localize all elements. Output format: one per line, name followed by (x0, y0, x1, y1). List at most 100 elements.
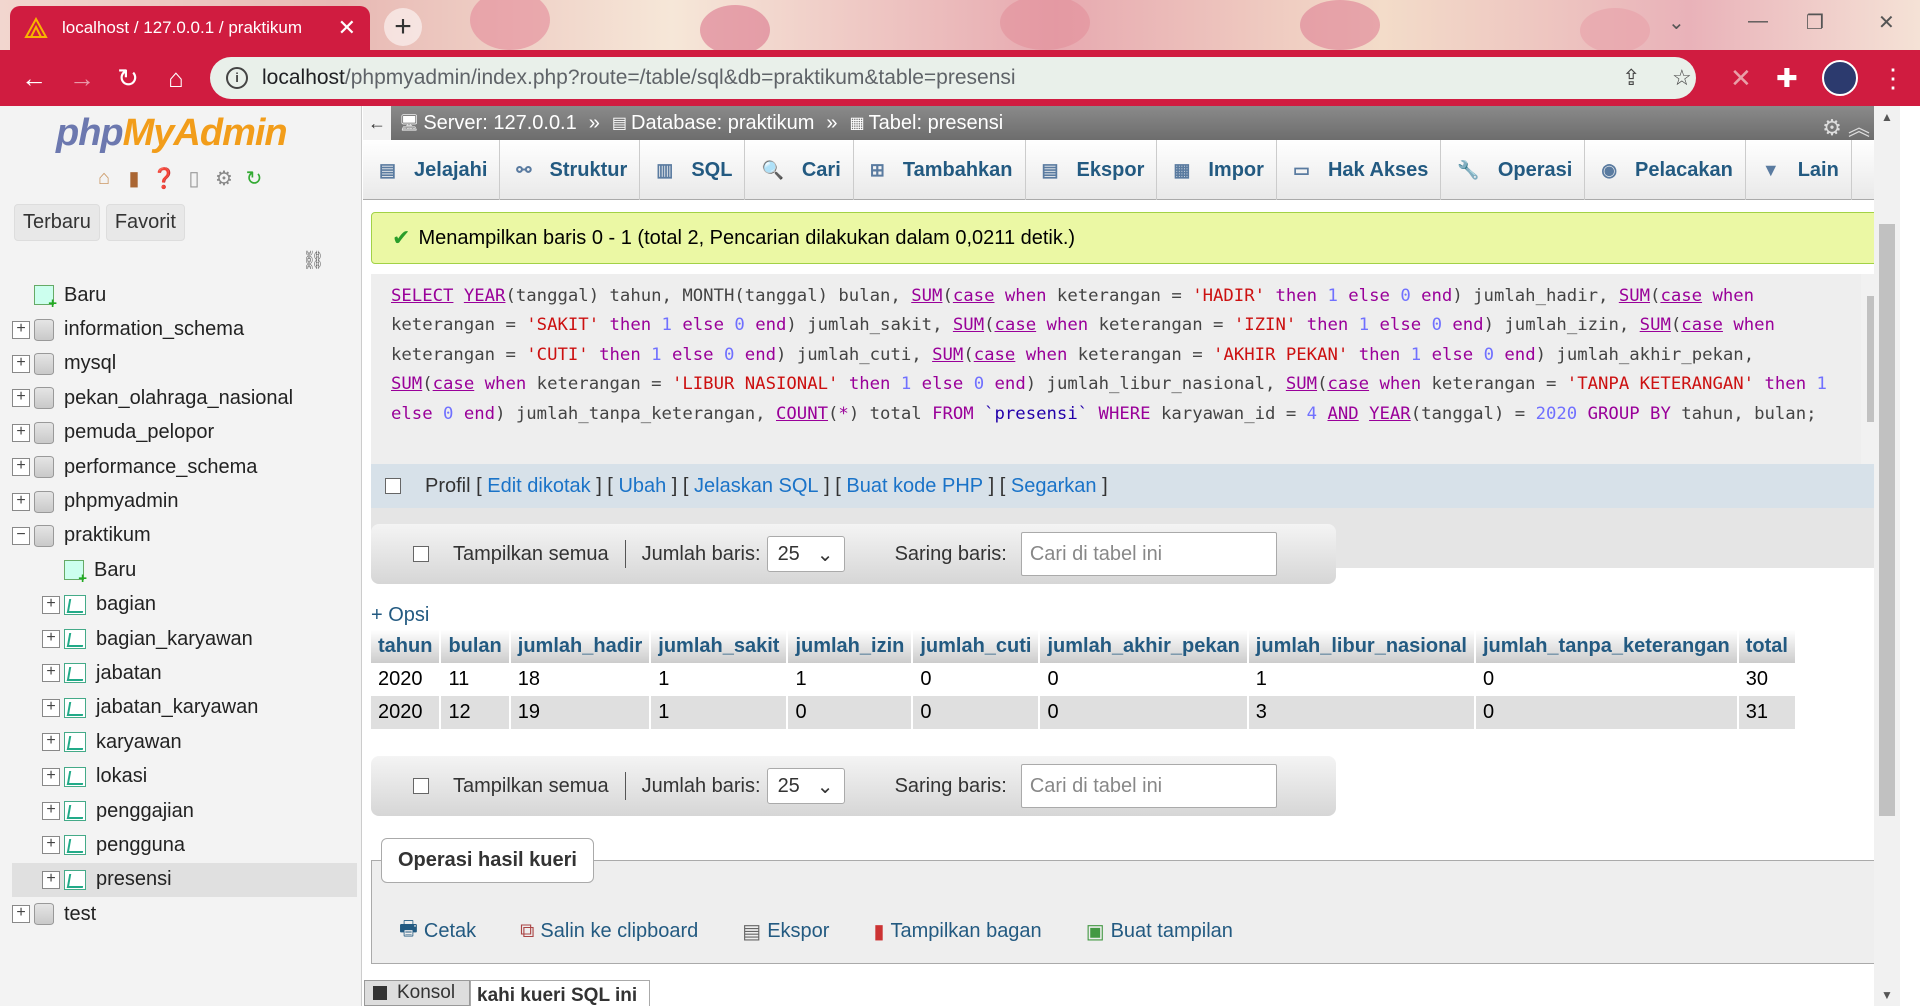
tree-item[interactable]: + bagian (12, 588, 357, 622)
breadcrumb-table[interactable]: Tabel: presensi (869, 112, 1004, 135)
column-header[interactable]: bulan (440, 630, 511, 663)
rows-select[interactable]: 25 ⌄ (766, 536, 845, 572)
tab-impor[interactable]: ▦ Impor (1157, 140, 1277, 200)
expand-icon[interactable]: + (12, 389, 30, 408)
home-icon[interactable]: ⌂ (160, 62, 192, 94)
share-icon[interactable]: ⇪ (1622, 65, 1640, 91)
expand-icon[interactable]: + (42, 698, 60, 717)
settings-gear-icon[interactable]: ⚙ (212, 166, 236, 190)
recent-button[interactable]: Terbaru (14, 204, 100, 241)
tab-hak-akses[interactable]: ▭ Hak Akses (1277, 140, 1442, 200)
forward-icon[interactable]: → (66, 62, 98, 94)
minimize-icon[interactable]: — (1748, 10, 1768, 33)
tab-lain[interactable]: ▼ Lain (1746, 140, 1852, 200)
tree-item[interactable]: + pengguna (12, 828, 357, 862)
tree-item[interactable]: + mysql (12, 347, 357, 381)
restore-icon[interactable]: ❐ (1806, 10, 1824, 35)
tree-item[interactable]: + pemuda_pelopor (12, 416, 357, 450)
sql-query-code[interactable]: SELECT YEAR(tanggal) tahun, MONTH(tangga… (371, 274, 1861, 464)
back-icon[interactable]: ← (18, 62, 50, 94)
reload-icon[interactable]: ↻ (112, 62, 144, 94)
expand-icon[interactable]: + (12, 458, 30, 477)
table-row[interactable]: 2020 11 18 1 1 0 0 1 0 30 (371, 663, 1797, 696)
expand-icon[interactable]: + (12, 492, 30, 511)
options-link[interactable]: + Opsi (371, 604, 429, 627)
tree-item[interactable]: + jabatan (12, 656, 357, 690)
extension-x-icon[interactable]: ✕ (1730, 63, 1752, 94)
expand-icon[interactable]: + (42, 733, 60, 752)
collapse-panel-icon[interactable]: ← (363, 106, 391, 140)
expand-icon[interactable]: + (12, 320, 30, 339)
tree-item[interactable]: + phpmyadmin (12, 484, 357, 518)
create-view-button[interactable]: ▣ Buat tampilan (1086, 914, 1233, 948)
tab-jelajahi[interactable]: ▤ Jelajahi (363, 140, 501, 200)
bookmark-star-icon[interactable]: ☆ (1672, 65, 1692, 91)
tree-item[interactable]: − praktikum (12, 519, 357, 553)
column-header[interactable]: jumlah_hadir (509, 630, 652, 663)
tree-item[interactable]: + presensi (12, 862, 357, 898)
browser-tab[interactable]: localhost / 127.0.0.1 / praktikum ✕ (10, 6, 370, 50)
tab-search-icon[interactable]: ⌄ (1668, 10, 1685, 35)
tree-item[interactable]: + test (12, 897, 357, 931)
address-bar[interactable]: i localhost /phpmyadmin/index.php?route=… (210, 57, 1696, 99)
tree-item[interactable]: + pekan_olahraga_nasional (12, 381, 357, 415)
window-close-icon[interactable]: ✕ (1878, 10, 1895, 35)
new-tab-button[interactable]: + (384, 8, 422, 46)
column-header[interactable]: jumlah_tanpa_keterangan (1474, 630, 1739, 663)
tree-item[interactable]: + jabatan_karyawan (12, 691, 357, 725)
home-icon[interactable]: ⌂ (92, 166, 116, 190)
page-settings-icon[interactable]: ⚙ ︽ (1822, 110, 1870, 142)
tree-item[interactable]: Baru (12, 553, 357, 587)
tab-tambahkan[interactable]: ⊞ Tambahkan (854, 140, 1026, 200)
column-header[interactable]: tahun (371, 630, 442, 663)
expand-icon[interactable]: + (12, 354, 30, 373)
expand-icon[interactable]: + (42, 802, 60, 821)
column-header[interactable]: jumlah_cuti (912, 630, 1041, 663)
table-row[interactable]: 2020 12 19 1 0 0 0 3 0 31 (371, 696, 1797, 729)
column-header[interactable]: jumlah_izin (787, 630, 914, 663)
column-header[interactable]: jumlah_sakit (650, 630, 789, 663)
rows-select[interactable]: 25 ⌄ (766, 768, 845, 804)
show-all-checkbox[interactable] (413, 546, 429, 562)
tree-item[interactable]: + bagian_karyawan (12, 622, 357, 656)
create-php-code-link[interactable]: Buat kode PHP (846, 475, 983, 498)
copy-clipboard-button[interactable]: ⧉ Salin ke clipboard (520, 914, 698, 948)
column-header[interactable]: total (1737, 630, 1797, 663)
expand-icon[interactable]: + (12, 423, 30, 442)
tab-close-icon[interactable]: ✕ (338, 15, 356, 41)
link-with-main-icon[interactable]: ⛓ (302, 250, 325, 271)
page-scrollbar[interactable]: ▲ ▼ (1874, 106, 1900, 1006)
console-button[interactable]: Konsol (364, 980, 470, 1006)
explain-sql-link[interactable]: Jelaskan SQL (694, 475, 819, 498)
scroll-down-icon[interactable]: ▼ (1881, 988, 1893, 1002)
expand-icon[interactable]: + (42, 595, 60, 614)
tab-pelacakan[interactable]: ◉ Pelacakan (1585, 140, 1746, 200)
tree-item[interactable]: + performance_schema (12, 450, 357, 484)
filter-rows-input[interactable]: Cari di tabel ini (1020, 532, 1277, 576)
column-header[interactable]: jumlah_akhir_pekan (1039, 630, 1249, 663)
tree-item[interactable]: + penggajian (12, 794, 357, 828)
print-button[interactable]: 🖶 Cetak (399, 914, 476, 948)
expand-icon[interactable]: + (42, 870, 60, 889)
tree-item[interactable]: + karyawan (12, 725, 357, 759)
expand-icon[interactable]: + (12, 905, 30, 924)
expand-icon[interactable]: + (42, 630, 60, 649)
site-info-icon[interactable]: i (226, 67, 248, 89)
breadcrumb-database[interactable]: Database: praktikum (631, 112, 814, 135)
page-scrollbar-thumb[interactable] (1879, 224, 1895, 816)
phpmyadmin-logo[interactable]: phpMyAdmin (56, 112, 288, 155)
show-all-checkbox[interactable] (413, 778, 429, 794)
display-chart-button[interactable]: ▮ Tampilkan bagan (873, 914, 1041, 948)
tab-ekspor[interactable]: ▤ Ekspor (1026, 140, 1158, 200)
expand-icon[interactable]: + (42, 836, 60, 855)
tab-sql[interactable]: ▥ SQL (640, 140, 746, 200)
edit-link[interactable]: Ubah (618, 475, 666, 498)
tab-operasi[interactable]: 🔧 Operasi (1441, 140, 1586, 200)
reload-nav-icon[interactable]: ↻ (242, 166, 266, 190)
tree-item[interactable]: + information_schema (12, 312, 357, 346)
logout-icon[interactable]: ▮ (122, 166, 146, 190)
favorites-button[interactable]: Favorit (105, 204, 185, 241)
documentation-icon[interactable]: ▯ (182, 166, 206, 190)
filter-rows-input[interactable]: Cari di tabel ini (1020, 764, 1277, 808)
edit-inline-link[interactable]: Edit dikotak (487, 475, 590, 498)
